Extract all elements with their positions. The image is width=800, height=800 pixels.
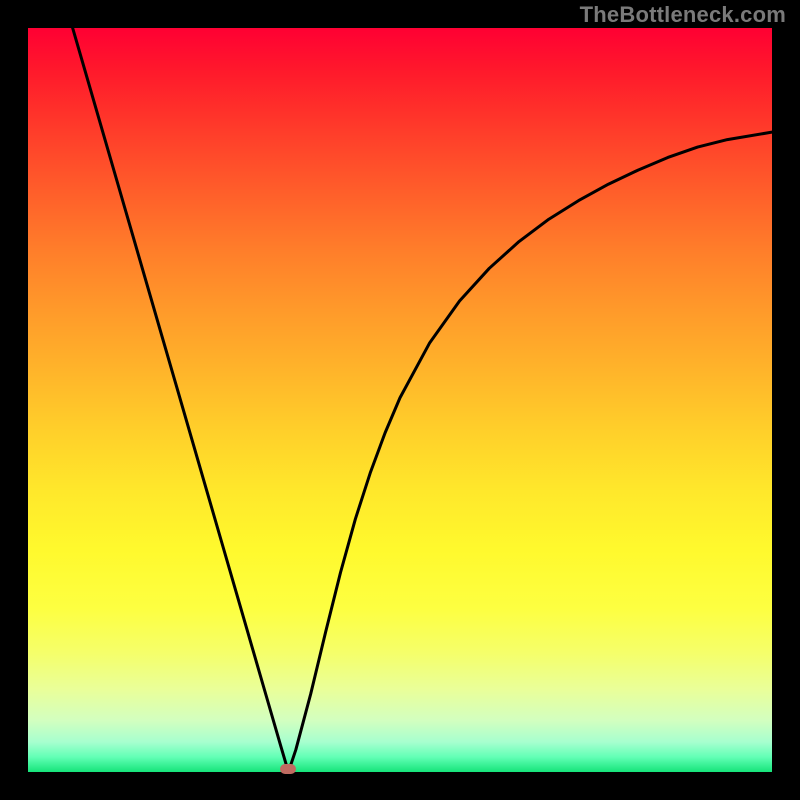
watermark-text: TheBottleneck.com [580,2,786,28]
minimum-marker [280,764,296,774]
gradient-plot-area [28,28,772,772]
chart-frame: TheBottleneck.com [0,0,800,800]
